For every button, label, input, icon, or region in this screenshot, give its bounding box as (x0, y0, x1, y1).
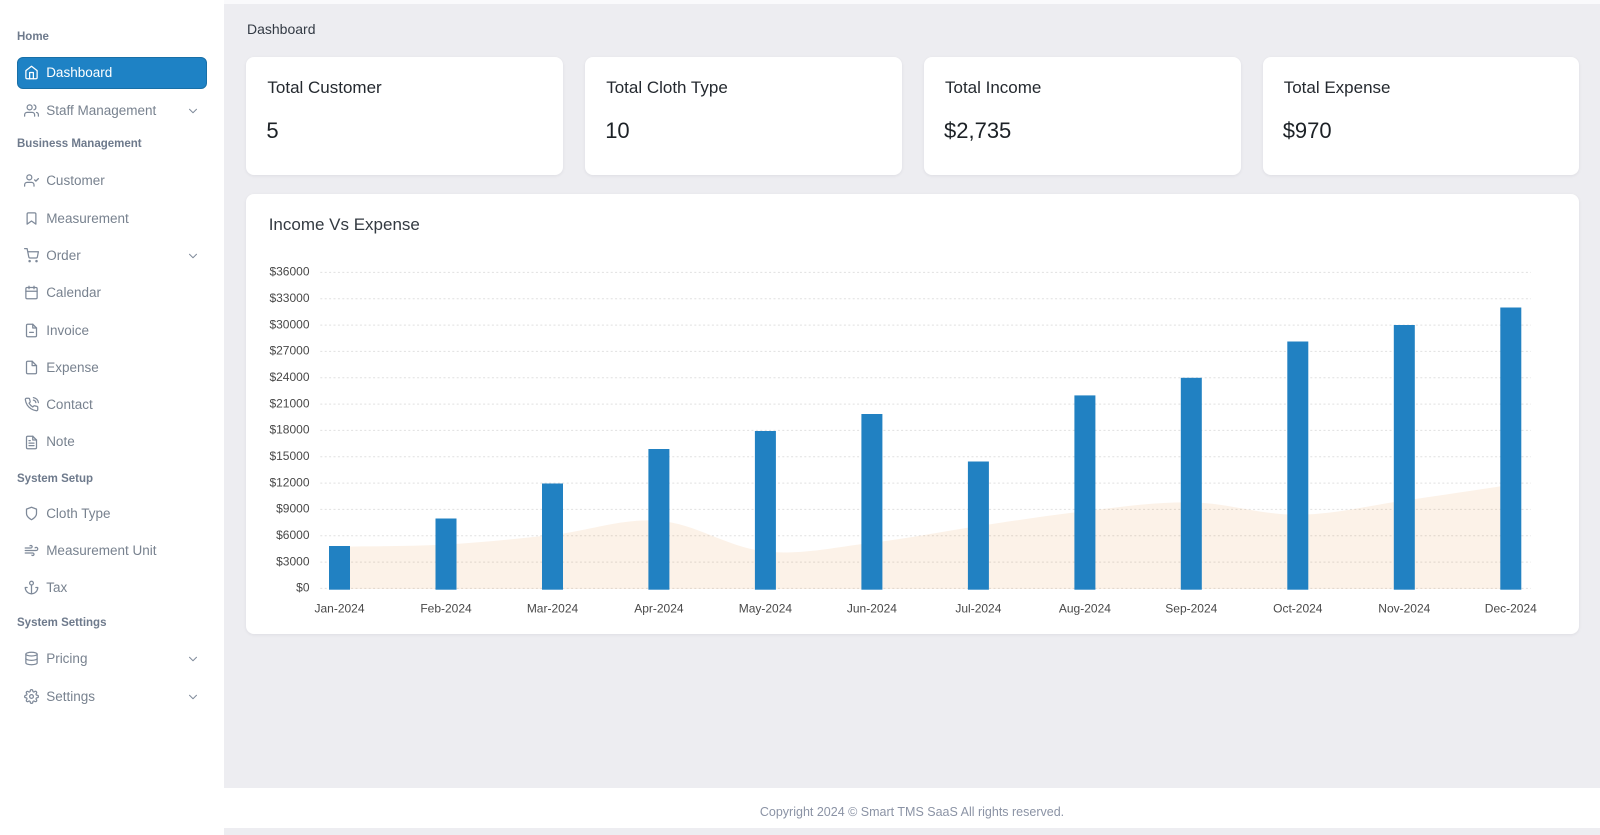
svg-text:$6000: $6000 (276, 528, 310, 542)
svg-text:$21000: $21000 (269, 396, 309, 410)
svg-text:May-2024: May-2024 (739, 602, 793, 616)
svg-text:$27000: $27000 (269, 344, 309, 358)
svg-text:$12000: $12000 (269, 475, 309, 489)
svg-text:Jan-2024: Jan-2024 (314, 602, 364, 616)
svg-text:$3000: $3000 (276, 554, 310, 568)
svg-text:Feb-2024: Feb-2024 (420, 602, 472, 616)
svg-text:$24000: $24000 (269, 370, 309, 384)
svg-text:Aug-2024: Aug-2024 (1059, 602, 1111, 616)
svg-text:Oct-2024: Oct-2024 (1273, 602, 1323, 616)
svg-text:$0: $0 (296, 581, 310, 595)
svg-text:$18000: $18000 (269, 423, 309, 437)
svg-text:Apr-2024: Apr-2024 (634, 602, 684, 616)
svg-text:Mar-2024: Mar-2024 (527, 602, 579, 616)
svg-text:Sep-2024: Sep-2024 (1165, 602, 1217, 616)
svg-text:Jun-2024: Jun-2024 (847, 602, 897, 616)
svg-text:$36000: $36000 (269, 265, 309, 279)
svg-text:$33000: $33000 (269, 291, 309, 305)
svg-text:$15000: $15000 (269, 449, 309, 463)
svg-text:Jul-2024: Jul-2024 (955, 602, 1001, 616)
svg-text:Dec-2024: Dec-2024 (1485, 602, 1537, 616)
svg-text:Nov-2024: Nov-2024 (1378, 602, 1430, 616)
svg-text:$30000: $30000 (269, 317, 309, 331)
svg-text:$9000: $9000 (276, 502, 310, 516)
